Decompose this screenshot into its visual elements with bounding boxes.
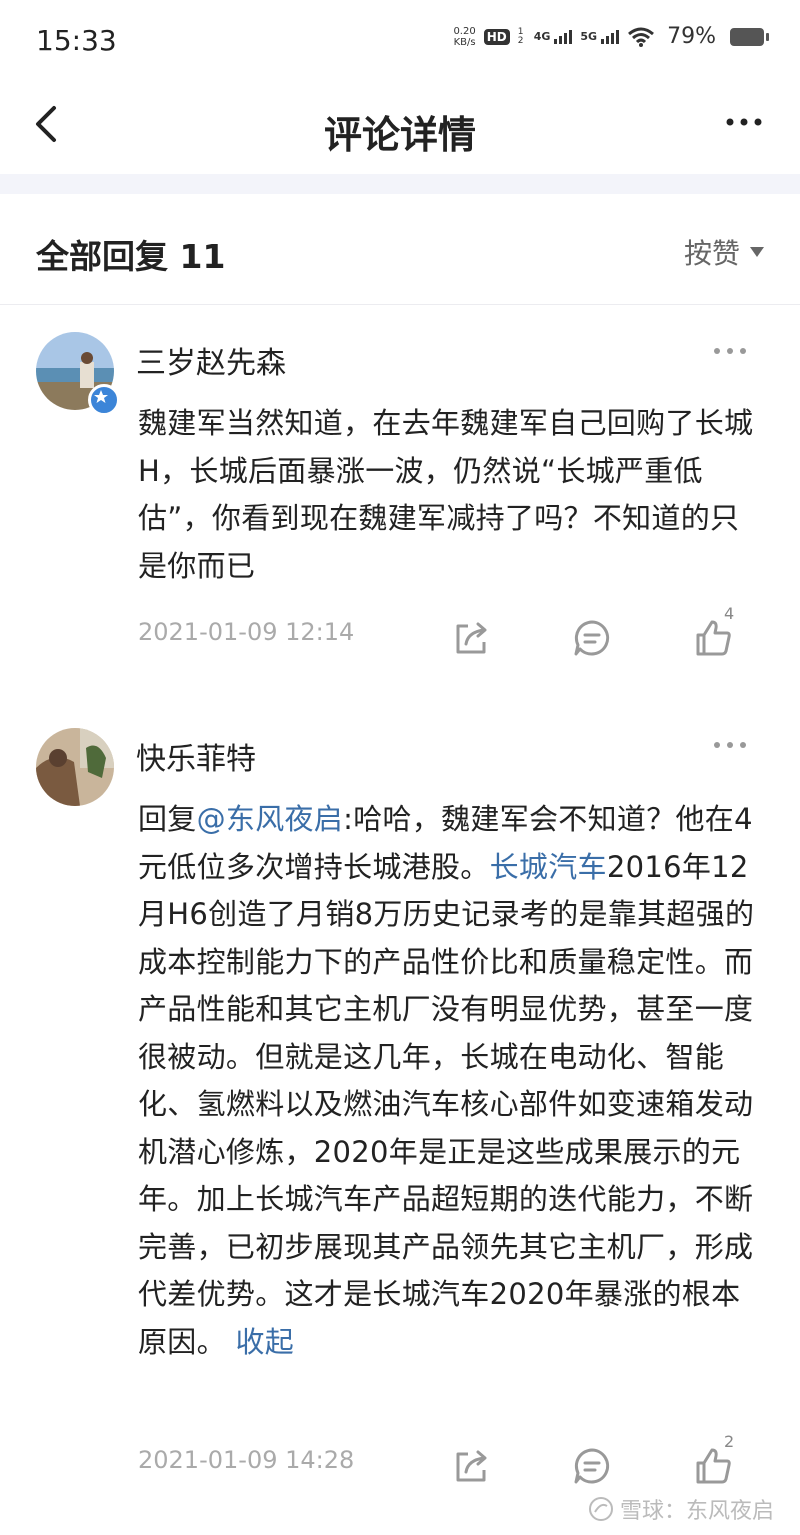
comment-item: 三岁赵先森 魏建军当然知道，在去年魏建军自己回购了长城H，长城后面暴涨一波，仍然… (0, 310, 800, 680)
comment-more-icon[interactable] (712, 346, 748, 356)
dropdown-arrow-icon (750, 247, 764, 257)
more-icon[interactable] (724, 112, 764, 132)
hd-sub: 1 2 (517, 26, 524, 46)
collapse-link[interactable]: 收起 (235, 1325, 294, 1359)
nav-bar: 评论详情 (0, 86, 800, 172)
signal-4g-icon: 4G (534, 29, 573, 44)
watermark-text: 雪球：东风夜启 (619, 1499, 774, 1524)
watermark: 雪球：东风夜启 (588, 1493, 774, 1525)
reply-prefix: 回复 (138, 802, 197, 836)
like-count: 4 (724, 604, 735, 623)
signal-5g-icon: 5G (580, 29, 620, 44)
avatar[interactable] (36, 728, 114, 806)
xueqiu-logo-icon (588, 1497, 613, 1521)
username[interactable]: 快乐菲特 (136, 734, 256, 778)
comment-time: 2021-01-09 14:28 (138, 1446, 355, 1474)
battery-percent: 79% (667, 24, 716, 49)
username[interactable]: 三岁赵先森 (136, 338, 286, 382)
reply-icon[interactable] (572, 618, 612, 658)
hd-icon: HD (483, 28, 510, 45)
divider-band (0, 174, 800, 194)
stock-link[interactable]: 长城汽车 (490, 850, 607, 884)
comment-time: 2021-01-09 12:14 (138, 618, 355, 646)
page-title: 评论详情 (323, 113, 476, 157)
replies-header: 全部回复 11 按赞 (0, 196, 800, 305)
comment-text: 回复@东风夜启:哈哈，魏建军会不知道？他在4元低位多次增持长城港股。长城汽车20… (138, 796, 768, 1366)
comment-more-icon[interactable] (712, 740, 748, 750)
all-replies-label: 全部回复 11 (36, 237, 226, 276)
net-speed: 0.20 KB/s (453, 25, 476, 48)
mention-link[interactable]: @东风夜启 (197, 802, 344, 836)
share-icon[interactable] (452, 1446, 492, 1486)
status-bar: 15:33 0.20 KB/s HD 1 2 4G 5G 79% (0, 0, 800, 86)
verified-badge-icon (88, 384, 120, 416)
comment-text-part: 2016年12月H6创造了月销8万历史记录考的是靠其超强的成本控制能力下的产品性… (138, 849, 755, 1359)
comment-item: 快乐菲特 回复@东风夜启:哈哈，魏建军会不知道？他在4元低位多次增持长城港股。长… (0, 710, 800, 1500)
status-icons: 0.20 KB/s HD 1 2 4G 5G 79% (453, 24, 769, 49)
sort-dropdown[interactable]: 按赞 (684, 232, 764, 272)
like-count: 2 (724, 1432, 735, 1451)
wifi-icon (628, 27, 655, 47)
status-time: 15:33 (36, 24, 117, 57)
battery-icon (730, 27, 769, 46)
sort-label: 按赞 (683, 237, 740, 270)
share-icon[interactable] (452, 618, 492, 658)
like-icon[interactable] (694, 1446, 734, 1486)
reply-icon[interactable] (572, 1446, 612, 1486)
comment-text: 魏建军当然知道，在去年魏建军自己回购了长城H，长城后面暴涨一波，仍然说“长城严重… (138, 406, 754, 583)
like-icon[interactable] (694, 618, 734, 658)
